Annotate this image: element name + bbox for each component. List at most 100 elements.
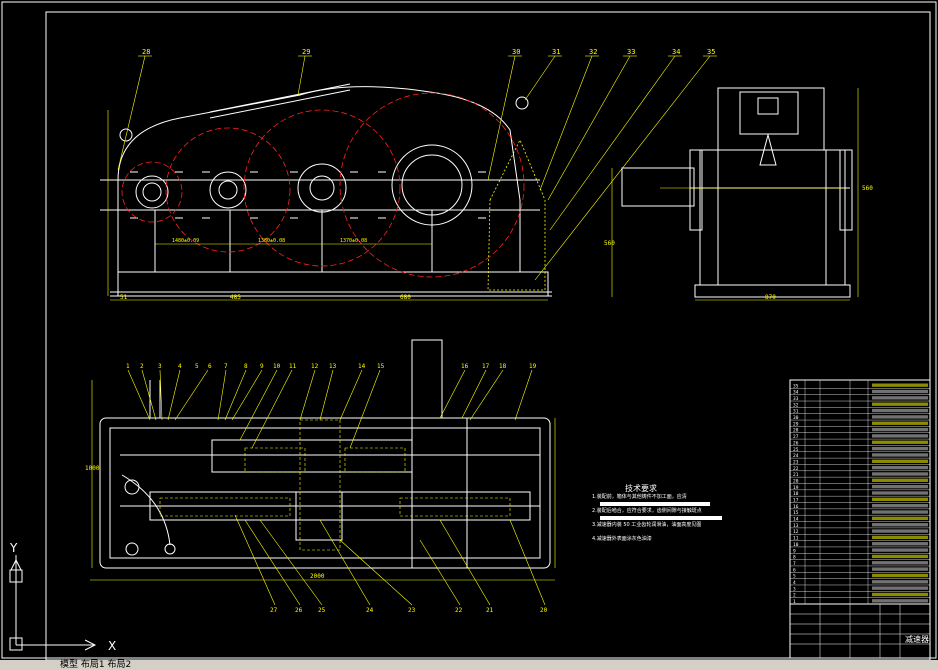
callout-11: 11 — [289, 363, 297, 370]
callout-6: 6 — [208, 363, 212, 370]
parts-row-note — [872, 548, 928, 552]
parts-row-number: 25 — [793, 447, 799, 453]
parts-row-number: 35 — [793, 383, 799, 389]
ucs-y-label: Y — [9, 541, 18, 555]
parts-row-note — [872, 402, 928, 406]
callout-25: 25 — [318, 607, 326, 614]
parts-row-note — [872, 516, 928, 521]
parts-row-number: 6 — [793, 567, 796, 573]
parts-row-number: 13 — [793, 523, 799, 529]
side-dim-bottom: 870 — [765, 294, 776, 301]
callout-24: 24 — [366, 607, 374, 614]
parts-row-number: 21 — [793, 472, 799, 478]
parts-row-number: 8 — [793, 555, 796, 561]
callout-29: 29 — [302, 48, 310, 56]
callout-28: 28 — [142, 48, 150, 56]
parts-row-note — [872, 573, 928, 578]
layout-tabs[interactable]: 模型 布局1 布局2 — [0, 660, 938, 670]
parts-row-note — [872, 389, 928, 394]
title-block-name: 减速器 — [905, 634, 929, 644]
parts-row-number: 17 — [793, 498, 799, 504]
callout-18: 18 — [499, 363, 507, 370]
callout-32: 32 — [589, 48, 597, 56]
ucs-x-label: X — [108, 639, 116, 653]
dim-front-bottom-2: 485 — [230, 294, 241, 301]
callout-10: 10 — [273, 363, 281, 370]
parts-row-number: 9 — [793, 548, 796, 554]
parts-row-note — [872, 567, 928, 571]
center-dim-3: 1370±0.08 — [340, 238, 367, 244]
plan-bottom-callouts: 20 21 22 23 24 25 26 27 — [270, 607, 548, 614]
callout-8: 8 — [244, 363, 248, 370]
parts-row-number: 24 — [793, 453, 799, 459]
callout-14: 14 — [358, 363, 366, 370]
callout-30: 30 — [512, 48, 520, 56]
parts-row-number: 14 — [793, 517, 799, 523]
tech-requirements: 技术要求 1.装配前，箱体与其他铸件不加工面，应清 2.装配后啮合，应符合要求，… — [592, 483, 722, 542]
side-dimensions — [611, 88, 859, 301]
layout-tabs-label[interactable]: 模型 布局1 布局2 — [60, 660, 131, 670]
parts-row-note — [872, 542, 928, 546]
callout-22: 22 — [455, 607, 463, 614]
callout-9: 9 — [260, 363, 264, 370]
callout-16: 16 — [461, 363, 469, 370]
parts-row-number: 30 — [793, 415, 799, 421]
callout-20: 20 — [540, 607, 548, 614]
callout-13: 13 — [329, 363, 337, 370]
parts-row-number: 7 — [793, 561, 796, 567]
parts-row-note — [872, 383, 928, 387]
dim-front-bottom-3: 680 — [400, 294, 411, 301]
oil-section — [487, 139, 546, 291]
tech-item-1: 1.装配前，箱体与其他铸件不加工面，应清 — [592, 493, 687, 500]
parts-row-number: 23 — [793, 459, 799, 465]
parts-row-note — [872, 478, 928, 482]
plan-top-callouts: 1 2 3 4 5 6 7 8 9 10 11 12 13 14 15 16 1… — [126, 363, 537, 370]
plan-bottom-leaders — [234, 514, 546, 606]
parts-row-note — [872, 415, 928, 419]
parts-row-number: 2 — [793, 593, 796, 599]
callout-17: 17 — [482, 363, 490, 370]
gear-pitch-circles — [121, 92, 525, 278]
parts-row-number: 19 — [793, 485, 799, 491]
callout-15: 15 — [377, 363, 385, 370]
parts-row-note — [872, 497, 928, 502]
parts-row-number: 27 — [793, 434, 799, 440]
parts-row-note — [872, 592, 928, 597]
cad-drawing-canvas[interactable]: 51 485 680 1480±0.09 1380±0.08 1370±0.08… — [0, 0, 938, 670]
plan-dim-left: 1000 — [85, 465, 100, 472]
callout-1: 1 — [126, 363, 130, 370]
parts-row-note — [872, 465, 928, 470]
parts-row-note — [872, 529, 928, 533]
parts-row-number: 20 — [793, 478, 799, 484]
callout-33: 33 — [627, 48, 635, 56]
plan-dim-bottom: 2000 — [310, 573, 325, 580]
center-dim-2: 1380±0.08 — [258, 238, 285, 244]
tech-item-4: 4.减速器外表面涂灰色油漆 — [592, 535, 652, 542]
callout-12: 12 — [311, 363, 319, 370]
parts-row-number: 3 — [793, 586, 796, 592]
parts-row-number: 33 — [793, 396, 799, 402]
parts-row-number: 5 — [793, 574, 796, 580]
front-view — [100, 83, 552, 297]
parts-row-note — [872, 472, 928, 476]
callout-19: 19 — [529, 363, 537, 370]
tech-item-3: 3.减速器内装 50 工业齿轮润滑油，油面高度见图 — [592, 521, 701, 528]
parts-row-number: 31 — [793, 409, 799, 415]
parts-row-number: 18 — [793, 491, 799, 497]
dim-front-bottom-1: 51 — [120, 294, 128, 301]
parts-row-number: 12 — [793, 529, 799, 535]
parts-row-number: 11 — [793, 536, 799, 542]
title-block — [789, 603, 931, 659]
parts-row-note — [872, 554, 928, 559]
parts-row-number: 26 — [793, 440, 799, 446]
callout-31: 31 — [552, 48, 560, 56]
parts-row-note — [872, 453, 928, 457]
parts-table: 3534333231302928272625242322212019181716… — [789, 379, 931, 659]
parts-row-note — [872, 535, 928, 540]
parts-row-note — [872, 523, 928, 527]
side-view — [621, 87, 853, 298]
callout-35: 35 — [707, 48, 715, 56]
parts-row-note — [872, 599, 928, 603]
side-dim-right: 560 — [862, 185, 873, 192]
callout-26: 26 — [295, 607, 303, 614]
